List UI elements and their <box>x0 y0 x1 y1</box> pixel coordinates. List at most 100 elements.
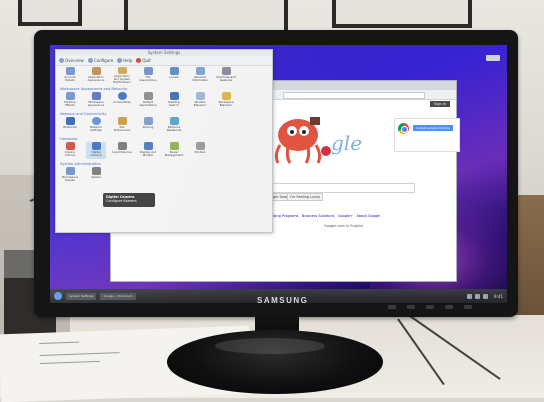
link-business[interactable]: Business Solutions <box>302 214 335 218</box>
clock[interactable]: 9:41 <box>494 294 503 299</box>
locale-icon <box>169 67 179 75</box>
settings-item-locale[interactable]: Locale <box>164 67 184 84</box>
monitor-button[interactable] <box>388 305 396 309</box>
file-icon <box>143 67 153 75</box>
item-label: Workspace Behavior <box>218 100 234 107</box>
sign-in-button[interactable]: Sign in <box>430 101 450 107</box>
settings-item-display[interactable]: Display and Monitor <box>138 142 158 159</box>
item-label: Account Details <box>64 75 76 82</box>
item-label: Kerberos Passwords <box>166 125 182 132</box>
ssl-icon <box>117 117 127 125</box>
monitor-button[interactable] <box>407 305 416 309</box>
item-label: Network Settings <box>90 125 102 132</box>
settings-item-ssl[interactable]: SSL Preferences <box>112 117 132 134</box>
item-label: File Associations <box>139 75 157 82</box>
settings-item-accessibility[interactable]: Accessibility <box>112 92 132 109</box>
settings-item-default-apps[interactable]: Default Applications <box>138 92 158 109</box>
settings-item-account[interactable]: Account Details <box>60 67 80 84</box>
help-icon <box>117 58 123 63</box>
quit-button[interactable]: Quit <box>136 58 151 63</box>
feeling-lucky-button[interactable]: I'm Feeling Lucky <box>287 193 324 201</box>
help-button[interactable]: Help <box>117 58 132 63</box>
language-line: Google.com in English <box>324 224 363 228</box>
item-label: Sharing <box>142 125 154 129</box>
display-icon <box>143 142 153 150</box>
tooltip-subtitle: Configure Kamera <box>106 199 137 203</box>
item-label: Application and System Notifications <box>113 74 131 84</box>
kerberos-icon <box>169 117 179 125</box>
monitor-power-button[interactable] <box>464 305 473 309</box>
item-label: Samba <box>91 175 101 179</box>
doodle-letters: gle <box>331 131 363 155</box>
monitor-button[interactable] <box>445 305 454 309</box>
install-chrome-button[interactable]: Install Google Chrome <box>413 125 453 131</box>
section-hardware: Device Actions Digital Camera Input Devi… <box>56 141 272 160</box>
printer-icon <box>195 142 205 150</box>
settings-item-device-actions[interactable]: Device Actions <box>60 142 80 159</box>
notifications-icon <box>117 67 127 74</box>
system-settings-window: System Settings Overview Configure Help … <box>55 49 273 233</box>
settings-item-permissions[interactable]: Permissions Tweaks <box>60 167 80 184</box>
device-actions-icon <box>65 142 75 150</box>
base-highlight <box>215 338 325 354</box>
url-field[interactable] <box>283 92 425 99</box>
overview-icon <box>59 58 64 63</box>
settings-item-workspace-appearance[interactable]: Workspace Appearance <box>86 92 106 109</box>
appearance-icon <box>91 67 101 75</box>
settings-item-desktop-effects[interactable]: Desktop Effects <box>60 92 80 109</box>
camera-tooltip: Digital Camera Configure Kamera <box>103 193 155 207</box>
settings-item-file-assoc[interactable]: File Associations <box>138 67 158 84</box>
quit-icon <box>136 58 142 63</box>
monitor-button[interactable] <box>426 305 435 309</box>
configure-button[interactable]: Configure <box>87 58 113 63</box>
search-icon <box>169 92 179 100</box>
settings-item-sharing[interactable]: Sharing <box>138 117 158 134</box>
sharing-icon <box>143 117 153 125</box>
accessibility-icon <box>117 92 127 100</box>
settings-item-samba[interactable]: Samba <box>86 167 106 184</box>
settings-item-power[interactable]: Power Management <box>164 142 184 159</box>
google-doodle-image[interactable] <box>266 111 336 166</box>
settings-item-shortcuts[interactable]: Shortcuts and Gestures <box>216 67 236 84</box>
link-about[interactable]: About Google <box>356 214 380 218</box>
settings-item-personal[interactable]: Personal Information <box>190 67 210 84</box>
overview-button[interactable]: Overview <box>59 58 84 63</box>
picture-frame-right <box>332 0 472 28</box>
settings-item-app-appearance[interactable]: Application Appearance <box>86 67 106 84</box>
item-label: Bluetooth <box>63 125 77 129</box>
settings-item-digital-camera[interactable]: Digital Camera <box>86 142 106 159</box>
task-system-settings[interactable]: System Settings <box>66 292 97 300</box>
settings-item-network[interactable]: Network Settings <box>86 117 106 134</box>
power-icon <box>169 142 179 150</box>
start-menu-icon[interactable] <box>54 292 62 300</box>
quit-label: Quit <box>142 58 151 63</box>
item-label: Permissions Tweaks <box>61 175 79 182</box>
item-label: Desktop Effects <box>64 100 76 107</box>
settings-item-workspace-behavior[interactable]: Workspace Behavior <box>216 92 236 109</box>
settings-item-window-behavior[interactable]: Window Behavior <box>190 92 210 109</box>
top-row: Account Details Application Appearance A… <box>56 66 272 85</box>
item-label: Application Appearance <box>87 75 105 82</box>
item-label: Window Behavior <box>193 100 207 107</box>
configure-icon <box>87 58 93 63</box>
settings-item-input-devices[interactable]: Input Devices <box>112 142 132 159</box>
settings-item-bluetooth[interactable]: Bluetooth <box>60 117 80 134</box>
item-label: Input Devices <box>112 150 132 154</box>
task-browser[interactable]: Google - Chromium <box>100 292 136 300</box>
item-label: Default Applications <box>139 100 157 107</box>
top-right-widget[interactable] <box>486 55 500 61</box>
item-label: Accessibility <box>113 100 131 104</box>
link-google-plus[interactable]: Google+ <box>338 214 353 218</box>
settings-item-notifications[interactable]: Application and System Notifications <box>112 67 132 84</box>
settings-item-printers[interactable]: Printers <box>190 142 210 159</box>
settings-item-desktop-search[interactable]: Desktop Search <box>164 92 184 109</box>
item-label: Printers <box>194 150 206 154</box>
chrome-logo-icon <box>398 123 409 134</box>
item-label: Locale <box>169 75 179 79</box>
shortcuts-icon <box>221 67 231 75</box>
workspace-behavior-icon <box>221 92 231 100</box>
settings-item-kerberos[interactable]: Kerberos Passwords <box>164 117 184 134</box>
settings-toolbar: Overview Configure Help Quit <box>56 56 272 66</box>
item-label: Display and Monitor <box>139 150 157 157</box>
google-search-input[interactable] <box>263 183 415 193</box>
